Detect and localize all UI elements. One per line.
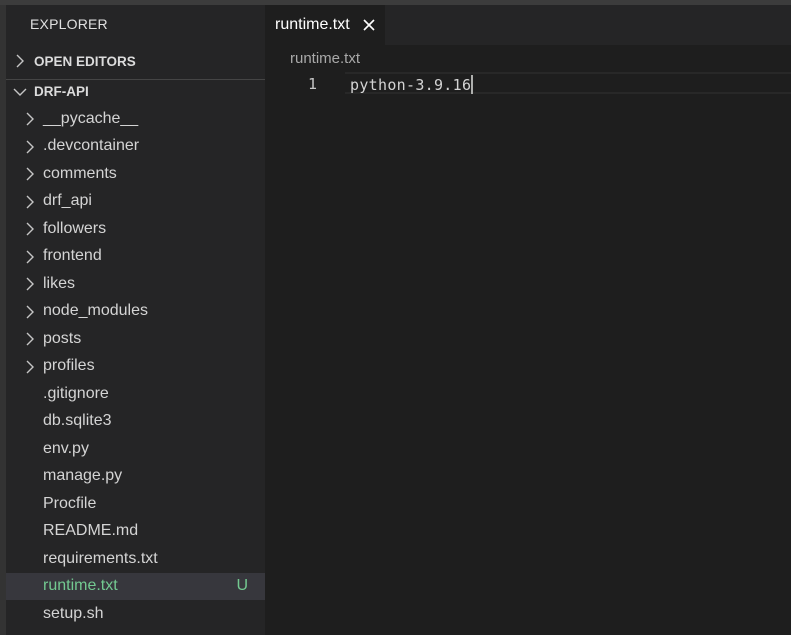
open-editors-label: OPEN EDITORS [34, 53, 136, 69]
tree-folder[interactable]: followers [6, 215, 265, 243]
tree-item-label: drf_api [43, 192, 92, 210]
tree-item-label: runtime.txt [43, 577, 118, 595]
chevron-right-icon [25, 112, 35, 126]
tree-item-label: node_modules [43, 302, 148, 320]
tree-item-label: .gitignore [43, 384, 109, 402]
tree-file[interactable]: env.py [6, 435, 265, 463]
text-cursor [471, 75, 474, 94]
tree-folder[interactable]: profiles [6, 353, 265, 381]
tree-item-label: setup.sh [43, 604, 104, 622]
close-icon[interactable] [362, 18, 376, 32]
tree-folder[interactable]: posts [6, 325, 265, 353]
tree-item-label: profiles [43, 357, 95, 375]
tree-item-label: .devcontainer [43, 137, 140, 155]
project-section[interactable]: DRF-API [6, 79, 265, 103]
tree-file[interactable]: README.md [6, 518, 265, 546]
file-tree: __pycache__ .devcontainer comments drf_apif… [6, 105, 265, 628]
tree-folder[interactable]: .devcontainer [6, 133, 265, 161]
tree-item-label: requirements.txt [43, 549, 158, 567]
tree-folder[interactable]: comments [6, 160, 265, 188]
tree-file[interactable]: db.sqlite3 [6, 408, 265, 436]
tree-file[interactable]: requirements.txt [6, 545, 265, 573]
tab-runtime-txt[interactable]: runtime.txt [265, 5, 385, 45]
tree-file[interactable]: .gitignore [6, 380, 265, 408]
tree-item-label: frontend [43, 247, 102, 265]
chevron-right-icon [25, 167, 35, 181]
chevron-down-icon [6, 87, 34, 97]
project-label: DRF-API [34, 84, 89, 99]
code-line[interactable]: python-3.9.16 [350, 75, 474, 94]
code-text: python-3.9.16 [350, 76, 472, 94]
tree-file[interactable]: Procfile [6, 490, 265, 518]
chevron-right-icon [6, 54, 34, 68]
tree-item-label: __pycache__ [43, 109, 139, 127]
breadcrumb[interactable]: runtime.txt [290, 50, 360, 67]
tree-item-label: manage.py [43, 467, 123, 485]
chevron-right-icon [25, 140, 35, 154]
tree-item-label: README.md [43, 522, 139, 540]
tree-folder[interactable]: node_modules [6, 298, 265, 326]
tree-item-label: comments [43, 164, 117, 182]
tree-folder[interactable]: likes [6, 270, 265, 298]
tree-file[interactable]: runtime.txt U [6, 572, 265, 600]
tree-file[interactable]: setup.sh [6, 600, 265, 628]
chevron-right-icon [25, 222, 35, 236]
tree-item-label: env.py [43, 439, 89, 457]
line-number: 1 [308, 75, 318, 93]
tree-item-label: followers [43, 219, 107, 237]
tree-file[interactable]: manage.py [6, 463, 265, 491]
tree-folder[interactable]: drf_api [6, 188, 265, 216]
tree-item-label: likes [43, 274, 76, 292]
tab-label: runtime.txt [275, 16, 350, 33]
chevron-right-icon [25, 277, 35, 291]
chevron-right-icon [25, 305, 35, 319]
tree-item-label: Procfile [43, 494, 97, 512]
chevron-right-icon [25, 250, 35, 264]
explorer-title: EXPLORER [30, 16, 108, 32]
chevron-right-icon [25, 360, 35, 374]
chevron-right-icon [25, 332, 35, 346]
tree-item-label: posts [43, 329, 82, 347]
chevron-right-icon [25, 195, 35, 209]
open-editors-section[interactable]: OPEN EDITORS [6, 49, 265, 73]
tree-folder[interactable]: __pycache__ [6, 105, 265, 133]
git-status-badge: U [236, 577, 248, 595]
explorer-sidebar: EXPLORER OPEN EDITORS DRF-API __pycache_… [6, 5, 265, 635]
tab-bar: runtime.txt [265, 5, 791, 45]
tree-item-label: db.sqlite3 [43, 412, 112, 430]
tree-folder[interactable]: frontend [6, 243, 265, 271]
